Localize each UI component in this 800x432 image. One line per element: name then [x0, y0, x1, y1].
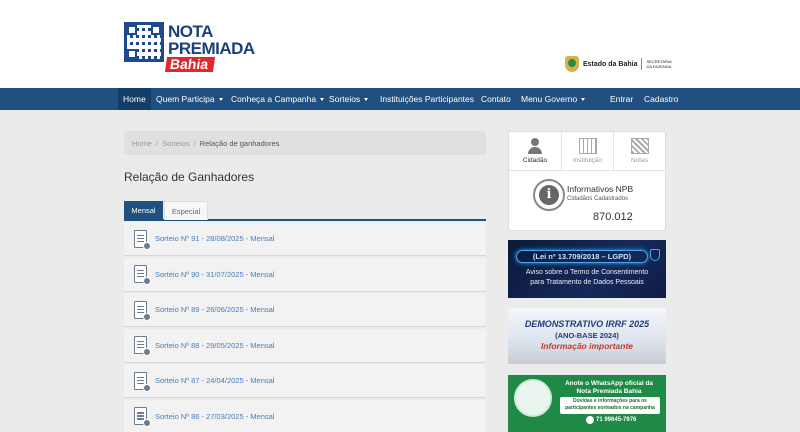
lgpd-title: (Lei nº 13.709/2018 – LGPD)	[516, 250, 648, 263]
main-navbar: Home Quem Participa Conheça a Campanha S…	[0, 88, 800, 110]
whatsapp-line1: Anote o WhatsApp oficial da	[564, 380, 654, 387]
tab-cidadao[interactable]: Cidadão	[509, 132, 561, 170]
irrf-year: (ANO-BASE 2024)	[555, 331, 619, 340]
nav-menu-governo[interactable]: Menu Governo	[521, 88, 586, 110]
whatsapp-banner[interactable]: Anote o WhatsApp oficial da Nota Premiad…	[508, 375, 666, 432]
draw-link[interactable]: Sorteio Nº 88 - 29/05/2025 - Mensal	[155, 341, 274, 350]
draw-link[interactable]: Sorteio Nº 87 - 24/04/2025 - Mensal	[155, 376, 274, 385]
breadcrumb: Home / Sorteios / Relação de ganhadores	[124, 131, 486, 155]
certificate-document-icon	[134, 406, 151, 428]
whatsapp-icon	[586, 416, 594, 424]
certificate-document-icon	[134, 300, 151, 321]
tab-label: Instituição	[572, 157, 603, 164]
list-item[interactable]: Sorteio Nº 89 - 26/06/2025 - Mensal	[124, 293, 486, 328]
lgpd-banner[interactable]: (Lei nº 13.709/2018 – LGPD) Aviso sobre …	[508, 240, 666, 298]
nav-sorteios[interactable]: Sorteios	[329, 88, 369, 110]
info-subtitle: Cidadãos Cadastrados	[567, 196, 629, 202]
draw-link[interactable]: Sorteio Nº 91 - 28/08/2025 - Mensal	[155, 234, 274, 243]
registered-count: 870.012	[593, 211, 633, 223]
chevron-down-icon	[320, 98, 325, 102]
irrf-subtitle: Informação importante	[540, 341, 634, 351]
list-item[interactable]: Sorteio Nº 90 - 31/07/2025 - Mensal	[124, 257, 486, 292]
nav-entrar[interactable]: Entrar	[610, 88, 633, 110]
attendant-avatar	[514, 379, 552, 417]
gov-name: Estado da Bahia	[583, 60, 638, 68]
certificate-document-icon	[134, 264, 151, 286]
certificate-document-icon	[134, 335, 151, 357]
divider	[509, 170, 665, 171]
tab-mensal[interactable]: Mensal	[124, 201, 163, 220]
divider	[641, 58, 643, 70]
draw-link[interactable]: Sorteio Nº 86 - 27/03/2025 - Mensal	[155, 412, 274, 421]
irrf-banner[interactable]: DEMONSTRATIVO IRRF 2025 (ANO-BASE 2024) …	[508, 308, 666, 364]
person-icon	[526, 138, 544, 154]
irrf-title: DEMONSTRATIVO IRRF 2025	[524, 319, 650, 329]
logo-text-line2: PREMIADA	[168, 39, 255, 58]
coat-of-arms-icon	[565, 56, 579, 72]
qr-code-icon	[630, 138, 649, 154]
nav-home[interactable]: Home	[118, 88, 151, 110]
government-logo[interactable]: Estado da Bahia SECRETARIA DA FAZENDA	[565, 55, 672, 73]
gov-secretariat: SECRETARIA DA FAZENDA	[646, 59, 672, 69]
tab-especial[interactable]: Especial	[164, 201, 208, 220]
certificate-document-icon	[134, 371, 151, 392]
draw-list: Sorteio Nº 91 - 28/08/2025 - Mensal Sort…	[124, 222, 486, 432]
tab-label: Cidadão	[522, 157, 548, 164]
list-item[interactable]: Sorteio Nº 88 - 29/05/2025 - Mensal	[124, 328, 486, 363]
breadcrumb-home[interactable]: Home	[132, 139, 152, 148]
nav-instituicoes[interactable]: Instituições Participantes	[380, 88, 474, 110]
chevron-down-icon	[218, 98, 223, 102]
tab-instituicao[interactable]: Instituição	[561, 132, 613, 170]
building-icon	[578, 138, 597, 154]
nav-cadastro[interactable]: Cadastro	[644, 88, 679, 110]
draw-type-tabs: Mensal Especial	[124, 201, 486, 221]
user-panel: Cidadão Instituição Notas i Informativos…	[508, 131, 666, 231]
certificate-document-icon	[134, 229, 151, 250]
lgpd-line3: para Tratamento de Dados Pessoais	[530, 279, 644, 286]
list-item[interactable]: Sorteio Nº 87 - 24/04/2025 - Mensal	[124, 364, 486, 399]
page-title: Relação de Ganhadores	[124, 170, 255, 184]
nav-conheca-campanha[interactable]: Conheça a Campanha	[231, 88, 325, 110]
breadcrumb-separator: /	[156, 138, 159, 148]
draw-link[interactable]: Sorteio Nº 89 - 26/06/2025 - Mensal	[155, 305, 274, 314]
nota-premiada-logo[interactable]: NOTA PREMIADA Bahia	[124, 22, 255, 72]
breadcrumb-current: Relação de ganhadores	[199, 138, 280, 148]
info-icon: i	[533, 179, 565, 211]
qr-code-icon	[124, 22, 164, 62]
breadcrumb-section[interactable]: Sorteios	[162, 139, 190, 148]
lgpd-line2: Aviso sobre o Termo de Consentimento	[525, 269, 649, 276]
list-item[interactable]: Sorteio Nº 86 - 27/03/2025 - Mensal	[124, 399, 486, 432]
shield-icon	[650, 249, 660, 261]
tab-label: Notas	[631, 157, 648, 164]
info-title: Informativos NPB	[567, 184, 634, 194]
chevron-down-icon	[581, 98, 586, 102]
logo-text-line1: NOTA	[168, 22, 213, 41]
whatsapp-phone: 71 99645-7976	[596, 417, 637, 423]
whatsapp-line2: Nota Premiada Bahia	[576, 388, 642, 395]
nav-contato[interactable]: Contato	[481, 88, 511, 110]
draw-link[interactable]: Sorteio Nº 90 - 31/07/2025 - Mensal	[155, 270, 274, 279]
whatsapp-info-box: Dúvidas e informações para os participan…	[560, 397, 660, 414]
chevron-down-icon	[364, 98, 369, 102]
site-header: NOTA PREMIADA Bahia Estado da Bahia SECR…	[0, 0, 800, 88]
list-item[interactable]: Sorteio Nº 91 - 28/08/2025 - Mensal	[124, 222, 486, 256]
nav-quem-participa[interactable]: Quem Participa	[156, 88, 223, 110]
tab-notas[interactable]: Notas	[613, 132, 665, 170]
breadcrumb-separator: /	[193, 138, 196, 148]
logo-text-line3: Bahia	[164, 56, 216, 72]
